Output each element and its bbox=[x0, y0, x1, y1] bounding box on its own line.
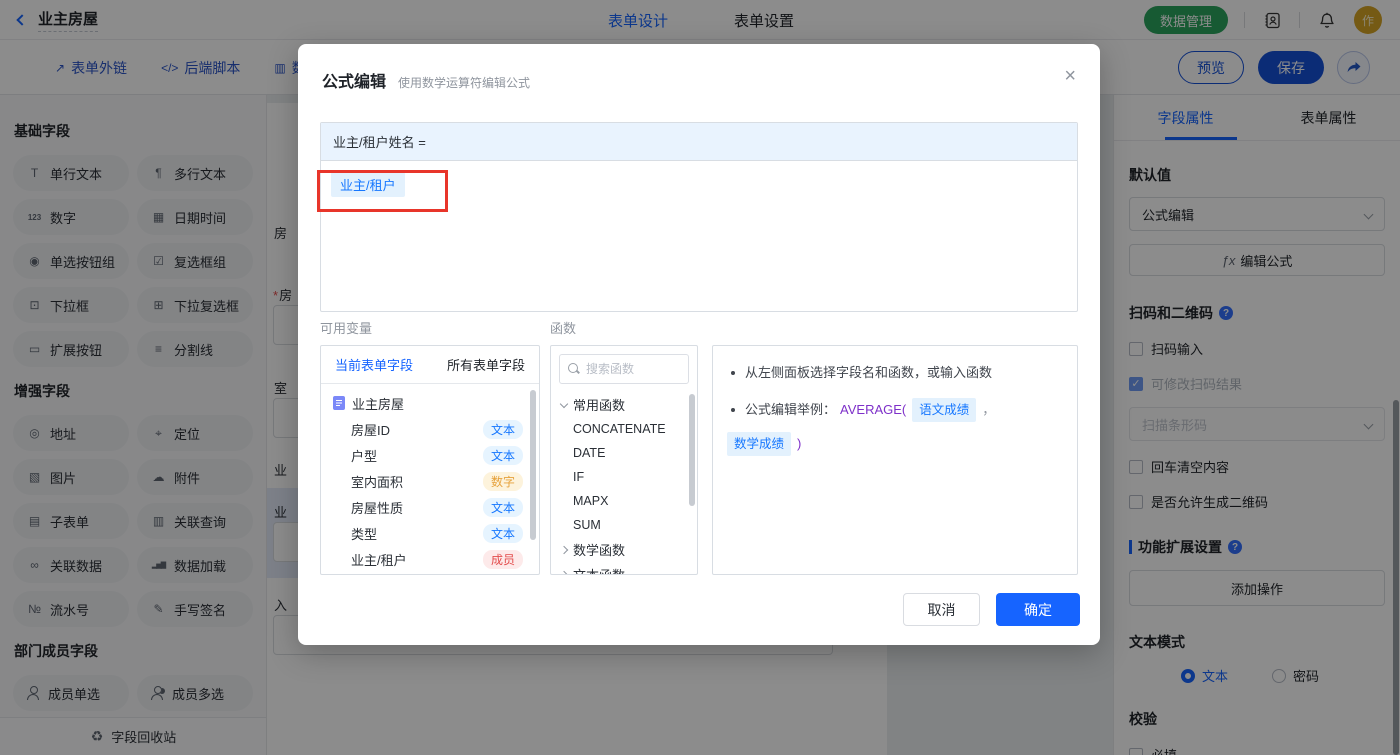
function-item[interactable]: DATE bbox=[551, 441, 697, 465]
function-item[interactable]: IF bbox=[551, 465, 697, 489]
cancel-button[interactable]: 取消 bbox=[903, 593, 980, 626]
help-line-2-prefix: 公式编辑举例： bbox=[745, 402, 837, 417]
functions-panel: 常用函数 CONCATENATE DATE IF MAPX SUM 数学函数 文… bbox=[550, 345, 698, 575]
example-field-tag: 语文成绩 bbox=[912, 398, 977, 422]
chevron-down-icon bbox=[559, 399, 569, 408]
function-search[interactable] bbox=[559, 354, 689, 384]
help-line-1: 从左侧面板选择字段名和函数，或输入函数 bbox=[745, 365, 993, 380]
bullet bbox=[731, 371, 735, 375]
variable-row[interactable]: 室内面积 数字 bbox=[321, 468, 539, 494]
formula-target: 业主/租户姓名 = bbox=[321, 123, 1077, 161]
type-badge: 成员 bbox=[482, 549, 523, 569]
type-badge: 文本 bbox=[482, 419, 523, 439]
tab-all-form-fields[interactable]: 所有表单字段 bbox=[447, 355, 525, 374]
tab-current-form-fields[interactable]: 当前表单字段 bbox=[335, 355, 413, 374]
comma: ， bbox=[982, 402, 996, 417]
variable-row-partial bbox=[321, 572, 539, 574]
bullet bbox=[731, 408, 735, 412]
close-icon[interactable]: × bbox=[1064, 66, 1076, 86]
confirm-button[interactable]: 确定 bbox=[996, 593, 1080, 626]
functions-label: 函数 bbox=[550, 321, 577, 336]
type-badge: 数字 bbox=[482, 471, 523, 491]
type-badge: 文本 bbox=[482, 497, 523, 517]
formula-edit-modal: 公式编辑 使用数学运算符编辑公式 × 业主/租户姓名 = 业主/租户 可用变量 … bbox=[298, 44, 1100, 645]
search-input[interactable] bbox=[586, 362, 680, 376]
variable-row[interactable]: 房屋性质 文本 bbox=[321, 494, 539, 520]
type-badge: 文本 bbox=[482, 445, 523, 465]
function-item[interactable]: SUM bbox=[551, 513, 697, 537]
variables-scrollbar[interactable] bbox=[530, 390, 536, 540]
document-icon bbox=[333, 396, 345, 410]
functions-scrollbar[interactable] bbox=[689, 394, 695, 506]
function-close: ) bbox=[797, 436, 802, 451]
variables-label: 可用变量 bbox=[320, 321, 373, 336]
variable-row[interactable]: 户型 文本 bbox=[321, 442, 539, 468]
modal-title: 公式编辑 bbox=[322, 74, 387, 91]
type-badge: 文本 bbox=[482, 523, 523, 543]
variables-panel: 当前表单字段 所有表单字段 业主房屋 房屋ID 文本 户型 文本 室内面积 数字 房屋… bbox=[320, 345, 540, 575]
formula-editor[interactable]: 业主/租户姓名 = 业主/租户 bbox=[320, 122, 1078, 312]
variable-row[interactable]: 房屋ID 文本 bbox=[321, 416, 539, 442]
function-group-math[interactable]: 数学函数 bbox=[551, 537, 697, 562]
chevron-right-icon bbox=[559, 570, 569, 574]
example-field-tag: 数学成绩 bbox=[727, 432, 792, 456]
function-item[interactable]: CONCATENATE bbox=[551, 417, 697, 441]
variable-row[interactable]: 业主/租户 成员 bbox=[321, 546, 539, 572]
function-group-text[interactable]: 文本函数 bbox=[551, 562, 697, 574]
variable-row[interactable]: 类型 文本 bbox=[321, 520, 539, 546]
modal-subtitle: 使用数学运算符编辑公式 bbox=[398, 76, 531, 90]
function-group-common[interactable]: 常用函数 bbox=[551, 392, 697, 417]
function-name: AVERAGE( bbox=[840, 402, 907, 417]
help-panel: 从左侧面板选择字段名和函数，或输入函数 公式编辑举例： AVERAGE( 语文成… bbox=[712, 345, 1078, 575]
red-annotation-box bbox=[317, 170, 448, 212]
chevron-right-icon bbox=[559, 545, 569, 554]
function-item[interactable]: MAPX bbox=[551, 489, 697, 513]
search-icon bbox=[568, 363, 580, 375]
form-node[interactable]: 业主房屋 bbox=[321, 390, 539, 416]
